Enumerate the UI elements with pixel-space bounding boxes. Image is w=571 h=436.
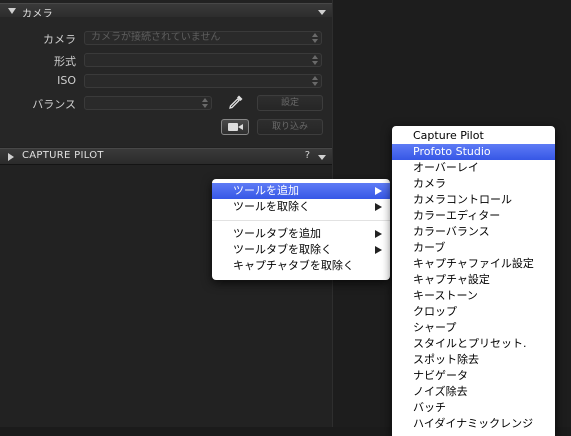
capture-pilot-title: CAPTURE PILOT <box>22 150 104 161</box>
iso-select[interactable] <box>84 74 322 88</box>
format-select[interactable] <box>84 53 322 67</box>
balance-label: バランス <box>32 98 76 111</box>
submenu-item[interactable]: ナビゲータ <box>392 368 555 384</box>
stepper-icon <box>312 76 318 86</box>
submenu-item[interactable]: シャープ <box>392 320 555 336</box>
submenu-item[interactable]: スタイルとプリセット. <box>392 336 555 352</box>
camera-select-value: カメラが接続されていません <box>91 32 221 43</box>
submenu-item[interactable]: カーブ <box>392 240 555 256</box>
submenu-item[interactable]: カメラ <box>392 176 555 192</box>
submenu-item[interactable]: Profoto Studio <box>392 144 555 160</box>
menu-item-remove-tool-tab[interactable]: ツールタブを取除く <box>212 242 390 258</box>
submenu-item[interactable]: ハイダイナミックレンジ <box>392 416 555 432</box>
menu-item-remove-tool[interactable]: ツールを取除く <box>212 199 390 215</box>
submenu-item[interactable]: カラーバランス <box>392 224 555 240</box>
settings-button[interactable]: 設定 <box>257 95 323 111</box>
submenu-arrow-icon <box>375 187 382 195</box>
section-menu-icon[interactable] <box>318 10 326 15</box>
submenu-item[interactable]: ノイズ除去 <box>392 384 555 400</box>
capture-pilot-section-header[interactable]: CAPTURE PILOT ? <box>0 148 332 165</box>
add-tool-submenu: Capture Pilot Profoto Studio オーバーレイ カメラ … <box>392 126 555 436</box>
submenu-item[interactable]: スポット除去 <box>392 352 555 368</box>
live-view-button[interactable] <box>221 119 249 135</box>
submenu-item[interactable]: オーバーレイ <box>392 160 555 176</box>
submenu-item[interactable]: キャプチャ設定 <box>392 272 555 288</box>
submenu-arrow-icon <box>375 246 382 254</box>
submenu-arrow-icon <box>375 203 382 211</box>
submenu-item[interactable]: キーストーン <box>392 288 555 304</box>
submenu-item[interactable]: キャプチャファイル設定 <box>392 256 555 272</box>
stepper-icon <box>312 55 318 65</box>
video-camera-icon <box>228 123 238 131</box>
menu-separator <box>212 220 390 221</box>
collapse-triangle-icon[interactable] <box>8 8 16 14</box>
submenu-item[interactable]: カメラコントロール <box>392 192 555 208</box>
submenu-item[interactable]: クロップ <box>392 304 555 320</box>
submenu-item[interactable]: Capture Pilot <box>392 128 555 144</box>
submenu-item[interactable]: バッチ <box>392 400 555 416</box>
iso-label: ISO <box>57 74 76 87</box>
menu-item-add-tool-tab[interactable]: ツールタブを追加 <box>212 226 390 242</box>
menu-item-add-tool[interactable]: ツールを追加 <box>212 183 390 199</box>
stepper-icon <box>312 33 318 43</box>
camera-select[interactable]: カメラが接続されていません <box>84 31 322 45</box>
context-menu: ツールを追加 ツールを取除く ツールタブを追加 ツールタブを取除く キャプチャタ… <box>212 179 390 280</box>
balance-select[interactable] <box>84 96 212 110</box>
camera-section-body: カメラ カメラが接続されていません 形式 ISO バランス 設定 取り込み <box>0 17 332 147</box>
expand-triangle-icon[interactable] <box>8 153 14 161</box>
submenu-item[interactable]: カラーエディター <box>392 208 555 224</box>
capture-button[interactable]: 取り込み <box>257 119 323 135</box>
camera-label: カメラ <box>43 33 76 46</box>
menu-item-remove-capture-tab[interactable]: キャプチャタブを取除く <box>212 258 390 274</box>
section-menu-icon[interactable] <box>318 155 326 160</box>
submenu-arrow-icon <box>375 230 382 238</box>
stepper-icon <box>202 98 208 108</box>
format-label: 形式 <box>54 55 76 68</box>
help-icon[interactable]: ? <box>305 150 310 161</box>
eyedropper-icon[interactable] <box>228 94 244 110</box>
